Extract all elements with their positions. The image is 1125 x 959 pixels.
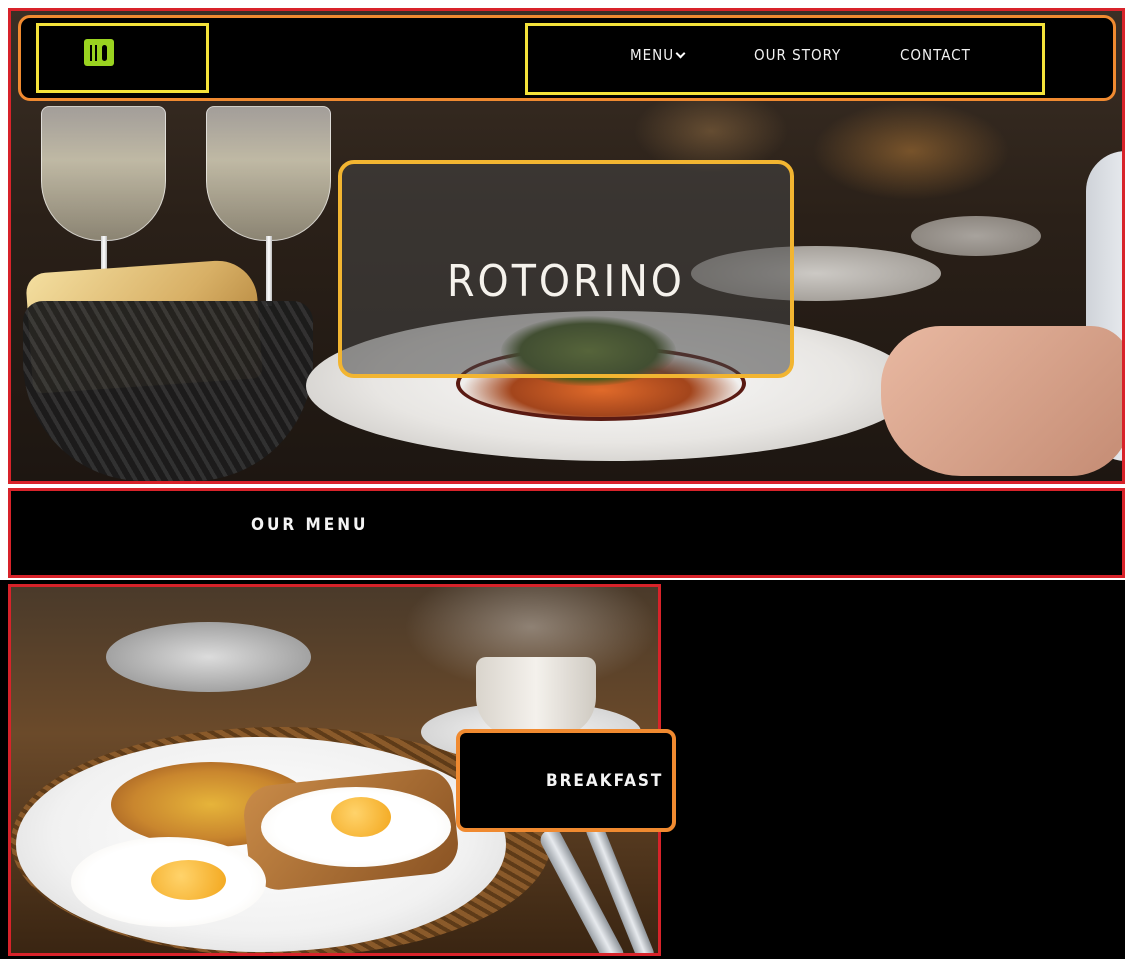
egg-yolk [151, 860, 226, 900]
hero-title: ROTORINO [447, 256, 685, 307]
nav-item-contact[interactable]: CONTACT [900, 46, 971, 64]
logo-container[interactable] [36, 23, 209, 93]
wine-glass [41, 106, 166, 241]
server-hand [881, 326, 1122, 476]
menu-section-header: OUR MENU [8, 488, 1125, 578]
fork-knife-icon[interactable] [84, 39, 114, 66]
nav-item-our-story[interactable]: OUR STORY [754, 46, 841, 64]
wine-glass [206, 106, 331, 241]
hero-title-card: ROTORINO [338, 160, 794, 378]
top-navbar: MENU OUR STORY CONTACT [18, 15, 1116, 101]
chevron-down-icon[interactable] [675, 48, 686, 59]
background-plate [911, 216, 1041, 256]
logo-glyph [90, 45, 92, 61]
nav-item-menu-label: MENU [630, 46, 675, 64]
condiment-dish [106, 622, 311, 692]
bread-basket [23, 301, 313, 481]
nav-item-menu[interactable]: MENU [630, 46, 686, 64]
breakfast-label: BREAKFAST [546, 771, 664, 791]
menu-section-title: OUR MENU [251, 515, 369, 535]
breakfast-label-card[interactable]: BREAKFAST [456, 729, 676, 832]
glass-stem [266, 236, 272, 306]
logo-glyph [95, 45, 97, 61]
egg-yolk [331, 797, 391, 837]
main-nav: MENU OUR STORY CONTACT [525, 23, 1045, 95]
coffee-cup [476, 657, 596, 737]
logo-glyph [102, 45, 107, 61]
